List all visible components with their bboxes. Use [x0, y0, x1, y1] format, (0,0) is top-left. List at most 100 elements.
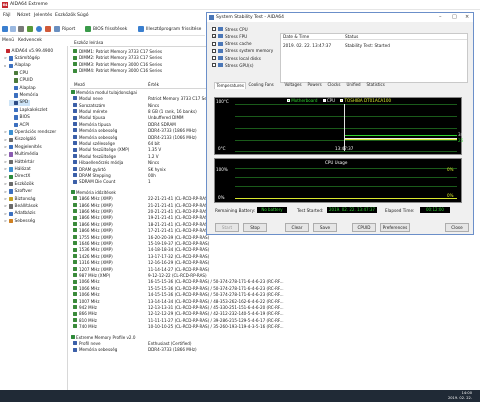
- toolbar-up-button[interactable]: [18, 25, 24, 33]
- sensor-tab[interactable]: Powers: [306, 82, 323, 89]
- tree-item[interactable]: > Adatbázis: [4, 211, 35, 217]
- legend-motherboard-checkbox[interactable]: [286, 99, 290, 102]
- main-title-bar[interactable]: 64 AIDA64 Extreme: [0, 0, 480, 10]
- sensor-tab[interactable]: Cooling Fans: [247, 82, 275, 89]
- stress-checkbox[interactable]: [212, 56, 216, 61]
- tree-item[interactable]: > Hálózat: [4, 166, 31, 172]
- start-button[interactable]: Start: [215, 223, 239, 232]
- tree-item[interactable]: v Alaplap: [4, 63, 31, 69]
- tree-item[interactable]: Alaplap: [9, 85, 36, 91]
- tree-item[interactable]: > DirectX: [4, 174, 30, 180]
- tree-expander-icon[interactable]: v: [4, 64, 7, 68]
- toolbar-back-button[interactable]: [2, 25, 8, 33]
- stress-checkbox[interactable]: [212, 41, 216, 46]
- property-icon: [73, 298, 77, 303]
- tree-item[interactable]: CPU: [9, 70, 28, 76]
- tree-item[interactable]: > Multimédia: [4, 152, 38, 158]
- sensor-tab[interactable]: Clocks: [326, 82, 342, 89]
- memory-module-icon: [73, 62, 77, 66]
- toolbar-driver-update-button[interactable]: Illesztőprogram frissítése: [138, 25, 201, 33]
- tree-item[interactable]: ACPI: [9, 122, 29, 128]
- stress-checkbox[interactable]: [212, 27, 216, 32]
- sensor-tab[interactable]: Statistics: [365, 82, 386, 89]
- tree-item[interactable]: > Sebesség: [4, 218, 35, 224]
- tree-item[interactable]: > Kiszolgáló: [4, 137, 36, 143]
- tree-expander-icon[interactable]: >: [4, 167, 7, 171]
- maximize-button[interactable]: □: [452, 14, 457, 20]
- minimize-button[interactable]: –: [439, 14, 442, 20]
- sensor-tab[interactable]: Temperatures: [214, 82, 247, 89]
- tree-item[interactable]: SPD: [9, 99, 31, 106]
- toolbar-report-button[interactable]: Riport: [54, 25, 75, 33]
- sensor-tab[interactable]: Unified: [345, 82, 362, 89]
- tree-expander-icon[interactable]: >: [4, 130, 7, 134]
- menu-help[interactable]: Súgó: [77, 13, 89, 18]
- tree-item[interactable]: AIDA64 v5.99.4900: [1, 48, 53, 54]
- close-window-button[interactable]: ×: [465, 14, 469, 20]
- menu-view[interactable]: Nézet: [17, 13, 30, 18]
- menu-file[interactable]: Fájl: [3, 13, 11, 18]
- legend-disk-checkbox[interactable]: [340, 99, 344, 102]
- tree-expander-icon[interactable]: >: [4, 145, 7, 149]
- stress-checkbox[interactable]: [212, 63, 216, 68]
- tree-expander-icon[interactable]: >: [4, 212, 7, 216]
- tree-item[interactable]: > Szoftver: [4, 189, 32, 195]
- field-column-header[interactable]: Mező: [74, 82, 85, 87]
- tree-item[interactable]: > Eszközök: [4, 181, 34, 187]
- stop-button[interactable]: Stop: [243, 223, 267, 232]
- details-list: Memória modul tulajdonságai Modul neve Pat…: [70, 89, 284, 389]
- tree-expander-icon[interactable]: >: [4, 204, 7, 208]
- detail-row[interactable]: SDRAM Die Count 1: [70, 179, 206, 186]
- tree-expander-icon[interactable]: >: [4, 160, 7, 164]
- bios-update-label: BIOS frissítések: [93, 26, 128, 32]
- tree-item[interactable]: > Számítógép: [4, 55, 40, 61]
- tab-menu[interactable]: Menü: [2, 38, 14, 46]
- tree-item[interactable]: CPUID: [9, 78, 33, 84]
- tree-item[interactable]: > Beállítások: [4, 203, 38, 209]
- tree-expander-icon[interactable]: >: [4, 138, 7, 142]
- tree-item[interactable]: > Háttértár: [4, 159, 34, 165]
- legend-cpu-checkbox[interactable]: [322, 99, 326, 102]
- tree-expander-icon[interactable]: >: [4, 175, 7, 179]
- sensor-tab[interactable]: Voltages: [283, 82, 303, 89]
- tab-favorites[interactable]: Kedvencek: [18, 38, 42, 46]
- device-list-item[interactable]: DIMM4: Patriot Memory 3000 C16 Series: [70, 68, 206, 75]
- stress-checkbox[interactable]: [212, 34, 216, 39]
- tree-item[interactable]: > Megjelenítés: [4, 144, 42, 150]
- menu-report[interactable]: Jelentés: [34, 13, 52, 18]
- toolbar-forward-button[interactable]: [10, 25, 16, 33]
- tree-expander-icon[interactable]: >: [4, 182, 7, 186]
- close-button[interactable]: Close: [445, 223, 469, 232]
- property-name: 810 MHz: [79, 317, 97, 323]
- tree-expander-icon[interactable]: >: [4, 219, 7, 223]
- save-button[interactable]: Save: [313, 223, 337, 232]
- menu-tools[interactable]: Eszközök: [55, 13, 76, 18]
- taskbar-clock[interactable]: 14:00 2019. 02. 22.: [448, 391, 472, 400]
- status-column-header[interactable]: Status: [345, 34, 467, 40]
- cpuid-button[interactable]: CPUID: [352, 223, 376, 232]
- detail-row[interactable]: 740 MHz 10-10-10-25 (CL-RCD-RP-RAS) / 35-…: [70, 323, 284, 330]
- value-column-header[interactable]: Érték: [148, 82, 159, 87]
- tree-item[interactable]: BIOS: [9, 115, 30, 121]
- clear-button[interactable]: Clear: [285, 223, 309, 232]
- stress-checkbox[interactable]: [212, 48, 216, 53]
- property-icon: [73, 160, 77, 165]
- tree-expander-icon[interactable]: >: [4, 56, 7, 60]
- tree-expander-icon[interactable]: >: [4, 197, 7, 201]
- date-column-header[interactable]: Date & Time: [283, 34, 345, 40]
- toolbar-refresh-button[interactable]: [27, 25, 33, 33]
- tree-item[interactable]: Lapkakészlet: [9, 107, 47, 113]
- tree-node-icon: [13, 122, 18, 128]
- toolbar-bios-update-button[interactable]: BIOS frissítések: [85, 25, 127, 33]
- tree-item[interactable]: Memória: [9, 92, 38, 98]
- detail-row[interactable]: Memória sebesség DDR4-3733 (1866 MHz): [70, 347, 206, 354]
- stability-title-bar[interactable]: System Stability Test - AIDA64 – □ ×: [207, 13, 473, 22]
- tree-expander-icon[interactable]: >: [4, 153, 7, 157]
- tree-expander-icon[interactable]: >: [4, 190, 7, 194]
- toolbar-chart-button[interactable]: [45, 25, 51, 33]
- tree-item[interactable]: > Operációs rendszer: [4, 129, 56, 135]
- tree-item[interactable]: > Biztonság: [4, 196, 36, 202]
- toolbar-user-button[interactable]: [36, 25, 42, 33]
- property-icon: [73, 102, 77, 107]
- preferences-button[interactable]: Preferences: [380, 223, 410, 232]
